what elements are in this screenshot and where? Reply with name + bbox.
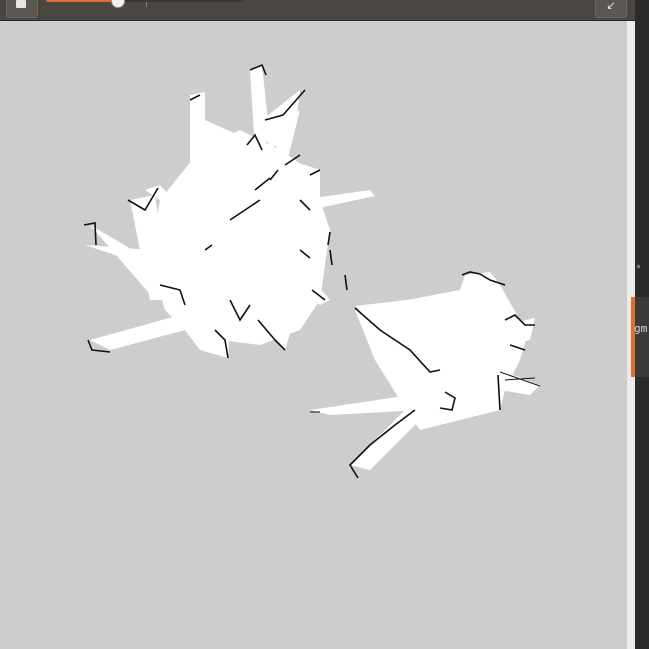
collapse-button[interactable]: ↙ — [595, 0, 627, 18]
map-free-region-left — [85, 65, 375, 358]
save-icon — [16, 0, 26, 8]
occupancy-map-canvas[interactable] — [0, 21, 627, 649]
map-viewer-window: ↙ gm — [0, 0, 649, 649]
occupancy-map — [83, 63, 541, 479]
toolbar: ↙ — [0, 0, 635, 21]
active-tab-accent — [631, 297, 635, 377]
slider-tick — [146, 2, 147, 7]
background-window-mark — [637, 265, 640, 268]
background-tab[interactable] — [635, 297, 649, 377]
background-window-label: gm — [634, 322, 648, 335]
slider-fill — [46, 0, 117, 2]
slider-knob[interactable] — [111, 0, 125, 8]
map-free-region-right — [310, 272, 540, 470]
zoom-slider[interactable] — [46, 0, 244, 8]
collapse-icon: ↙ — [606, 0, 616, 12]
save-button[interactable] — [6, 0, 38, 18]
